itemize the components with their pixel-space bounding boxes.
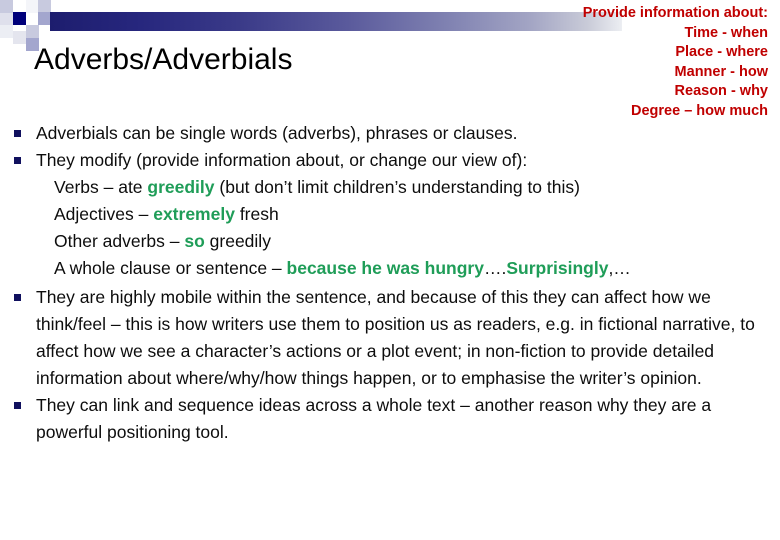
info-line-degree: Degree – how much: [631, 102, 768, 119]
info-line-manner: Manner - how: [674, 63, 768, 80]
sub-lead: A whole clause or sentence –: [54, 258, 287, 278]
info-block: Provide information about: Time - when P…: [583, 4, 768, 121]
sub-item-adjectives: Adjectives – extremely fresh: [0, 201, 780, 228]
highlight-so: so: [184, 231, 205, 251]
bullet-text: They are highly mobile within the senten…: [36, 287, 755, 388]
body-content: Adverbials can be single words (adverbs)…: [0, 120, 780, 446]
highlight-extremely: extremely: [153, 204, 235, 224]
bullet-marker-icon: [14, 130, 21, 137]
sub-item-other-adverbs: Other adverbs – so greedily: [0, 228, 780, 255]
sub-item-verbs: Verbs – ate greedily (but don’t limit ch…: [0, 174, 780, 201]
page-title: Adverbs/Adverbials: [34, 43, 293, 76]
header-gradient-bar: [50, 12, 622, 31]
highlight-greedily: greedily: [147, 177, 215, 197]
info-line-place: Place - where: [675, 44, 768, 60]
highlight-surprisingly: Surprisingly: [506, 258, 609, 278]
info-line-reason: Reason - why: [674, 83, 768, 99]
deco-square: [38, 0, 51, 12]
deco-square: [0, 25, 13, 38]
bullet-marker-icon: [14, 294, 21, 301]
bullet-text: They modify (provide information about, …: [36, 150, 528, 170]
sub-lead: Other adverbs –: [54, 231, 185, 251]
deco-square: [26, 25, 39, 38]
sub-lead: Adjectives –: [54, 204, 154, 224]
bullet-marker-icon: [14, 157, 21, 164]
deco-square-navy: [13, 12, 26, 25]
info-line-time: Time - when: [684, 24, 768, 41]
bullet-text: They can link and sequence ideas across …: [36, 395, 712, 442]
bullet-text: Adverbials can be single words (adverbs)…: [36, 123, 518, 143]
bullet-item: They can link and sequence ideas across …: [0, 392, 780, 446]
highlight-because-he-was-hungry: because he was hungry: [286, 258, 484, 278]
sub-item-whole-clause: A whole clause or sentence – because he …: [0, 255, 780, 282]
deco-square: [0, 0, 13, 13]
sub-tail: fresh: [234, 204, 279, 224]
deco-square: [26, 0, 38, 13]
sub-tail: greedily: [204, 231, 271, 251]
bullet-marker-icon: [14, 402, 21, 409]
sub-tail: ,…: [608, 258, 631, 278]
deco-square: [0, 13, 13, 25]
deco-square: [13, 31, 26, 44]
deco-square: [51, 0, 65, 12]
bullet-item: They are highly mobile within the senten…: [0, 284, 780, 392]
bullet-item: Adverbials can be single words (adverbs)…: [0, 120, 780, 147]
sub-mid: ….: [483, 258, 507, 278]
info-heading: Provide information about:: [582, 5, 768, 21]
sub-lead: Verbs – ate: [54, 177, 148, 197]
sub-tail: (but don’t limit children’s understandin…: [214, 177, 580, 197]
bullet-item: They modify (provide information about, …: [0, 147, 780, 174]
